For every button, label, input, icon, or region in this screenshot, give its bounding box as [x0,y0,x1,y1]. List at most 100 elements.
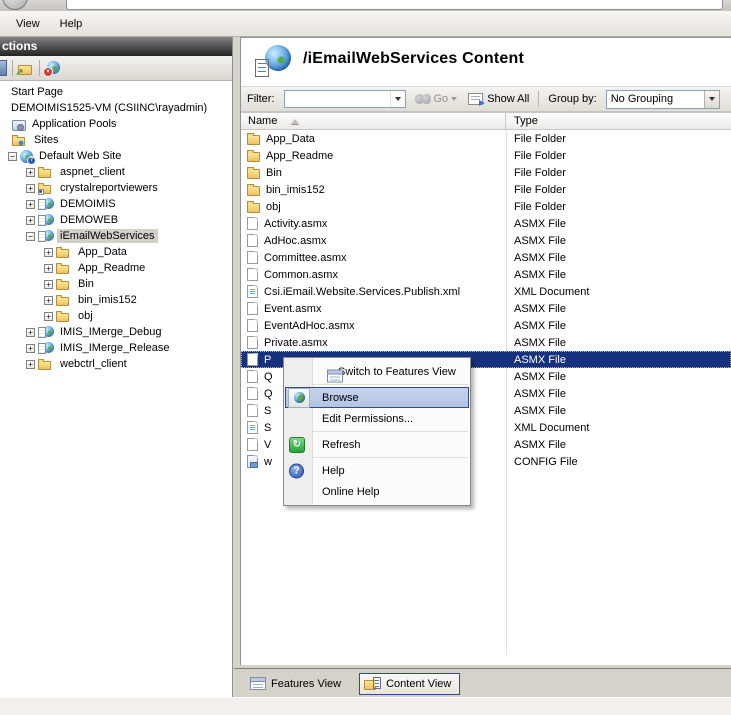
menu-item-switch-to-features-view[interactable]: Switch to Features View [284,361,470,382]
tree-item-aspnet-client[interactable]: +aspnet_client [0,164,231,180]
tree-expander-icon[interactable]: + [26,328,35,337]
tree-item-obj[interactable]: + obj [0,308,231,324]
menu-item-edit-permissions[interactable]: Edit Permissions... [284,408,470,429]
tree-expander-icon[interactable]: + [44,280,53,289]
tree-expander-icon[interactable]: + [44,264,53,273]
chevron-down-icon[interactable] [390,91,405,107]
tree-expander-icon[interactable]: + [26,168,35,177]
tree-item-crystalreportviewers[interactable]: +crystalreportviewers [0,180,231,196]
menu-help[interactable]: Help [50,14,93,34]
tree-item-imis-imerge-release[interactable]: + IMIS_IMerge_Release [0,340,231,356]
tree-item-label: Start Page [8,85,66,99]
tree-item-sites[interactable]: Sites [0,132,231,148]
tree-item-app-readme[interactable]: +App_Readme [0,260,231,276]
chevron-down-icon[interactable] [451,97,457,101]
menu-item-browse[interactable]: Browse [285,387,469,408]
folder-icon [247,135,260,145]
tree-item-start-page[interactable]: Start Page [0,84,231,100]
file-row-eventadhoc-asmx[interactable]: EventAdHoc.asmxASMX File [241,317,731,334]
menu-separator [286,457,468,458]
page-icon [255,59,269,77]
menu-item-refresh[interactable]: Refresh [284,434,470,455]
tree-item-bin-imis152[interactable]: + bin_imis152 [0,292,231,308]
tree-expander-icon[interactable]: − [26,232,35,241]
menu-item-help[interactable]: Help [284,460,470,481]
file-row-activity-asmx[interactable]: Activity.asmxASMX File [241,215,731,232]
tree-item-demoimis1525-vm-csiinc-rayadmin[interactable]: DEMOIMIS1525-VM (CSIINC\rayadmin) [0,100,231,116]
file-type: File Folder [506,150,731,162]
file-row-adhoc-asmx[interactable]: AdHoc.asmxASMX File [241,232,731,249]
toolbar-separator [538,91,539,107]
file-row-event-asmx[interactable]: Event.asmxASMX File [241,300,731,317]
file-row-common-asmx[interactable]: Common.asmxASMX File [241,266,731,283]
menu-item-label: Help [322,465,345,477]
tree-expander-icon[interactable]: + [44,248,53,257]
file-row-obj[interactable]: objFile Folder [241,198,731,215]
binoculars-icon [415,94,431,104]
tree-item-label: bin_imis152 [75,293,140,307]
file-name: w [264,456,272,468]
tree-expander-icon[interactable]: + [26,360,35,369]
asmx-file-icon [247,370,258,383]
tree-item-iemailwebservices[interactable]: −iEmailWebServices [0,228,231,244]
tree-item-label: IMIS_IMerge_Release [57,341,172,355]
file-row-app-readme[interactable]: App_Readme File Folder [241,147,731,164]
tree-item-demoweb[interactable]: +DEMOWEB [0,212,231,228]
delete-connection-icon[interactable] [45,61,60,75]
file-row-csi-iemail-website-services-publish-xml[interactable]: Csi.iEmail.Website.Services.Publish.xmlX… [241,283,731,300]
tree-item-imis-imerge-debug[interactable]: +IMIS_IMerge_Debug [0,324,231,340]
menu-view[interactable]: View [6,14,50,34]
tab-content-view[interactable]: Content View [359,673,460,695]
tree-expander-icon[interactable]: + [26,184,35,193]
folder-icon [56,261,72,275]
file-row-bin-imis152[interactable]: bin_imis152File Folder [241,181,731,198]
filter-label: Filter: [247,93,275,105]
tree-item-label: obj [75,309,96,323]
asmx-file-icon [247,353,258,366]
go-button[interactable]: Go [415,93,458,105]
file-name: obj [266,201,281,213]
back-button[interactable] [2,0,28,10]
column-header-name[interactable]: Name [241,113,506,129]
shortcut-arrow-icon [38,189,44,195]
file-row-app-data[interactable]: App_DataFile Folder [241,130,731,147]
group-by-label: Group by: [548,93,596,105]
filter-input[interactable] [284,90,406,108]
tree-expander-icon[interactable]: + [26,216,35,225]
file-row-private-asmx[interactable]: Private.asmxASMX File [241,334,731,351]
tree-expander-icon[interactable]: − [8,152,17,161]
tab-features-view[interactable]: Features View [246,674,349,693]
status-strip [0,697,731,715]
tree-item-bin[interactable]: +Bin [0,276,231,292]
tree-item-default-web-site[interactable]: −Default Web Site [0,148,231,164]
application-icon [38,341,54,355]
tree-item-demoimis[interactable]: +DEMOIMIS [0,196,231,212]
file-name: EventAdHoc.asmx [264,320,354,332]
column-header-type[interactable]: Type [506,113,731,129]
tree-item-application-pools[interactable]: Application Pools [0,116,231,132]
file-row-bin[interactable]: BinFile Folder [241,164,731,181]
folder-icon [247,203,260,213]
group-by-select[interactable]: No Grouping [606,90,720,109]
tree-expander-icon[interactable]: + [44,312,53,321]
refresh-icon [289,437,305,453]
tree-expander-icon[interactable]: + [26,344,35,353]
save-connection-icon[interactable] [0,60,7,76]
menu-separator [286,431,468,432]
asmx-file-icon [247,336,258,349]
chevron-down-icon[interactable] [704,91,719,108]
file-row-committee-asmx[interactable]: Committee.asmxASMX File [241,249,731,266]
menu-item-label: Edit Permissions... [322,413,413,425]
tree-expander-icon[interactable]: + [26,200,35,209]
address-bar-stub[interactable] [66,0,723,10]
create-connection-icon[interactable] [18,62,34,75]
tree-item-app-data[interactable]: +App_Data [0,244,231,260]
tree-item-webctrl-client[interactable]: + webctrl_client [0,356,231,372]
tree-expander-icon[interactable]: + [44,296,53,305]
folder-icon [56,293,72,307]
view-tabs: Features View Content View [234,668,731,698]
file-name: App_Readme [266,150,333,162]
show-all-button[interactable]: Show All [468,93,529,105]
menu-item-online-help[interactable]: Online Help [284,481,470,502]
tree-item-label: webctrl_client [57,357,130,371]
